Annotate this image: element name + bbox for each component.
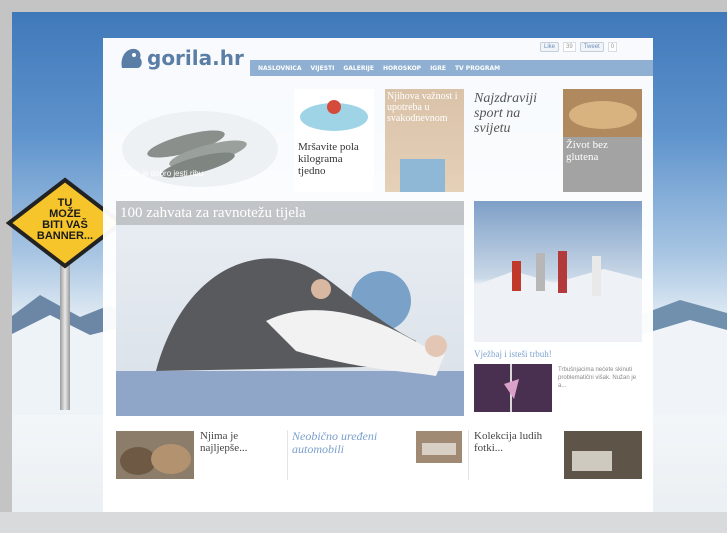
nav-item-vijesti[interactable]: VIJESTI — [310, 65, 334, 72]
funny-photo-image — [564, 431, 642, 479]
frame-bottom — [0, 512, 727, 533]
side-article-title[interactable]: Vježbaj i isteši trbuh! — [474, 349, 552, 359]
banner-sign[interactable]: TU MOŽE BITI VAŠ BANNER... — [30, 198, 100, 242]
article-caption: Njihova važnost i upotreba u svakodnevno… — [387, 91, 458, 124]
bottom-article-cats-thumb[interactable] — [116, 431, 194, 479]
bread-image — [563, 89, 642, 137]
article-caption: Mršavite pola kilograma tjedno — [298, 141, 359, 177]
like-label: Like — [544, 44, 556, 50]
side-article-thumb[interactable] — [474, 364, 552, 412]
nav-item-galerije[interactable]: GALERIJE — [343, 65, 374, 72]
social-buttons: Like 39 Tweet 0 — [540, 42, 618, 52]
article-caption: Najzdraviji sport na svijetu — [474, 91, 538, 136]
bottom-article-cars-thumb[interactable] — [416, 431, 462, 463]
site-logo[interactable]: gorila.hr — [118, 46, 244, 70]
feature-title[interactable]: 100 zahvata za ravnotežu tijela — [120, 205, 306, 222]
like-count: 39 — [563, 42, 576, 52]
article-caption: Život bez glutena — [566, 139, 608, 163]
jeans-shape — [400, 159, 445, 192]
apple-scale-image — [300, 100, 368, 131]
side-image-snow[interactable] — [474, 201, 642, 342]
bottom-article-funny-thumb[interactable] — [564, 431, 642, 479]
nav-item-horoskop[interactable]: HOROSKOP — [383, 65, 421, 72]
banner-line: BANNER... — [36, 230, 94, 242]
side-article-text: Trbušnjacima nećete skinuti problematičn… — [558, 367, 637, 389]
frame-top — [0, 0, 727, 12]
facebook-like-button[interactable]: Like — [540, 42, 560, 52]
tweet-button[interactable]: Tweet — [579, 42, 604, 52]
article-caption: Zašto je dobro jesti ribu — [120, 169, 204, 178]
bottom-article-caption[interactable]: Kolekcija ludih fotki... — [474, 430, 558, 454]
tweet-count: 0 — [607, 42, 618, 52]
gorilla-icon — [121, 48, 142, 68]
nav-item-tv-program[interactable]: TV PROGRAM — [455, 65, 500, 72]
yoga-image — [116, 258, 464, 416]
article-bread[interactable]: Život bez glutena — [563, 89, 642, 192]
article-fish[interactable]: Zašto je dobro jesti ribu — [116, 89, 284, 192]
divider — [287, 430, 288, 480]
tweet-label: Tweet — [583, 44, 600, 50]
article-weight[interactable]: Mršavite pola kilograma tjedno — [294, 89, 374, 192]
main-nav: NASLOVNICA VIJESTI GALERIJE HOROSKOP IGR… — [250, 60, 653, 76]
car-image — [416, 431, 462, 463]
article-sport[interactable]: Najzdraviji sport na svijetu — [472, 89, 558, 192]
bottom-article-caption[interactable]: Njima je najljepše... — [200, 430, 284, 454]
logo-text: gorila.hr — [147, 46, 244, 70]
bottom-article-caption[interactable]: Neobično uređeni automobili — [292, 430, 412, 456]
nav-item-igre[interactable]: IGRE — [430, 65, 446, 72]
sign-pole — [60, 255, 70, 410]
article-belly[interactable]: Njihova važnost i upotreba u svakodnevno… — [385, 89, 464, 192]
feature-article[interactable]: 100 zahvata za ravnotežu tijela — [116, 201, 464, 416]
nav-item-naslovnica[interactable]: NASLOVNICA — [258, 65, 301, 72]
snow-group-image — [474, 251, 642, 342]
pole-dancer-image — [474, 364, 552, 412]
divider — [468, 430, 469, 480]
cats-dogs-image — [120, 444, 191, 475]
